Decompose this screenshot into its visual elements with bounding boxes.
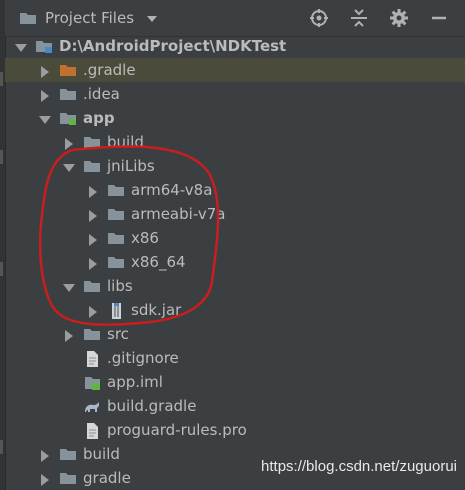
strip-marker [0,150,3,164]
tree-node-label: armeabi-v7a [131,205,226,223]
chevron-right-icon[interactable] [63,328,75,342]
folder-icon [59,446,77,462]
folder-icon [19,10,37,26]
tree-node[interactable]: app.iml [5,370,465,394]
tree-node[interactable]: .gradle [5,58,465,82]
tree-node[interactable]: x86_64 [5,250,465,274]
tree-node[interactable]: sdk.jar [5,298,465,322]
tree-node[interactable]: .gitignore [5,346,465,370]
tree-node[interactable]: D:\AndroidProject\NDKTest [5,34,465,58]
tree-node-label: proguard-rules.pro [107,421,247,439]
strip-marker [0,72,3,86]
tree-node-label: src [107,325,129,343]
tree-node-label: x86 [131,229,159,247]
tree-node[interactable]: app [5,106,465,130]
folder-icon [107,182,125,198]
view-selector[interactable]: Project Files [19,9,158,27]
folder-icon [59,86,77,102]
folder-icon [107,254,125,270]
chevron-down-icon[interactable] [63,280,75,292]
chevron-right-icon[interactable] [39,472,51,486]
tree-node-label: jniLibs [107,157,155,175]
collapse-all-icon[interactable] [349,8,369,28]
chevron-right-icon[interactable] [63,136,75,150]
folder-icon [107,230,125,246]
tree-node[interactable]: jniLibs [5,154,465,178]
tree-node-label: build [107,133,144,151]
tree-node-label: .idea [83,85,120,103]
strip-marker [0,262,3,276]
tree-node[interactable]: libs [5,274,465,298]
text-file-icon [83,350,101,367]
chevron-down-icon[interactable] [39,112,51,124]
chevron-right-icon[interactable] [87,184,99,198]
tree-node[interactable]: src [5,322,465,346]
chevron-down-icon[interactable] [63,160,75,172]
tree-node-label: .gitignore [107,349,179,367]
tree-node-label: arm64-v8a [131,181,213,199]
tree-node[interactable]: armeabi-v7a [5,202,465,226]
text-file-icon [83,422,101,439]
tree-node[interactable]: arm64-v8a [5,178,465,202]
chevron-right-icon[interactable] [87,256,99,270]
tree-node[interactable]: proguard-rules.pro [5,418,465,442]
tree-node-label: app.iml [107,373,163,391]
chevron-right-icon[interactable] [39,64,51,78]
tree-node-label: libs [107,277,133,295]
locate-icon[interactable] [309,8,329,28]
chevron-right-icon[interactable] [39,88,51,102]
tree-node-label: D:\AndroidProject\NDKTest [59,37,287,55]
folder-icon [83,134,101,150]
tree-node-label: x86_64 [131,253,186,271]
jar-file-icon [107,302,125,319]
chevron-down-icon [146,9,158,27]
tree-node[interactable]: build.gradle [5,394,465,418]
chevron-right-icon[interactable] [39,448,51,462]
tree-node-label: build [83,445,120,463]
settings-icon[interactable] [389,8,409,28]
view-title: Project Files [45,9,135,27]
tree-node[interactable]: .idea [5,82,465,106]
module-folder-icon [59,110,77,126]
chevron-right-icon[interactable] [87,304,99,318]
folder-icon [83,326,101,342]
folder-orange-icon [59,62,77,78]
tree-node-label: build.gradle [107,397,197,415]
folder-icon [83,158,101,174]
tree-node-label: .gradle [83,61,136,79]
chevron-right-icon[interactable] [87,232,99,246]
gradle-file-icon [83,398,101,414]
tree-node[interactable]: x86 [5,226,465,250]
folder-icon [83,278,101,294]
project-folder-icon [35,38,53,54]
tree-node[interactable]: build [5,130,465,154]
iml-file-icon [83,374,101,390]
folder-icon [107,206,125,222]
strip-marker [0,440,3,454]
tree-node-label: sdk.jar [131,301,182,319]
tree-node-label: app [83,109,115,127]
chevron-down-icon[interactable] [15,40,27,52]
chevron-right-icon[interactable] [87,208,99,222]
folder-icon [59,470,77,486]
project-panel-header: Project Files [5,0,465,37]
minimize-icon[interactable] [429,8,449,28]
watermark: https://blog.csdn.net/zuguorui [261,458,457,475]
tree-node-label: gradle [83,469,131,487]
